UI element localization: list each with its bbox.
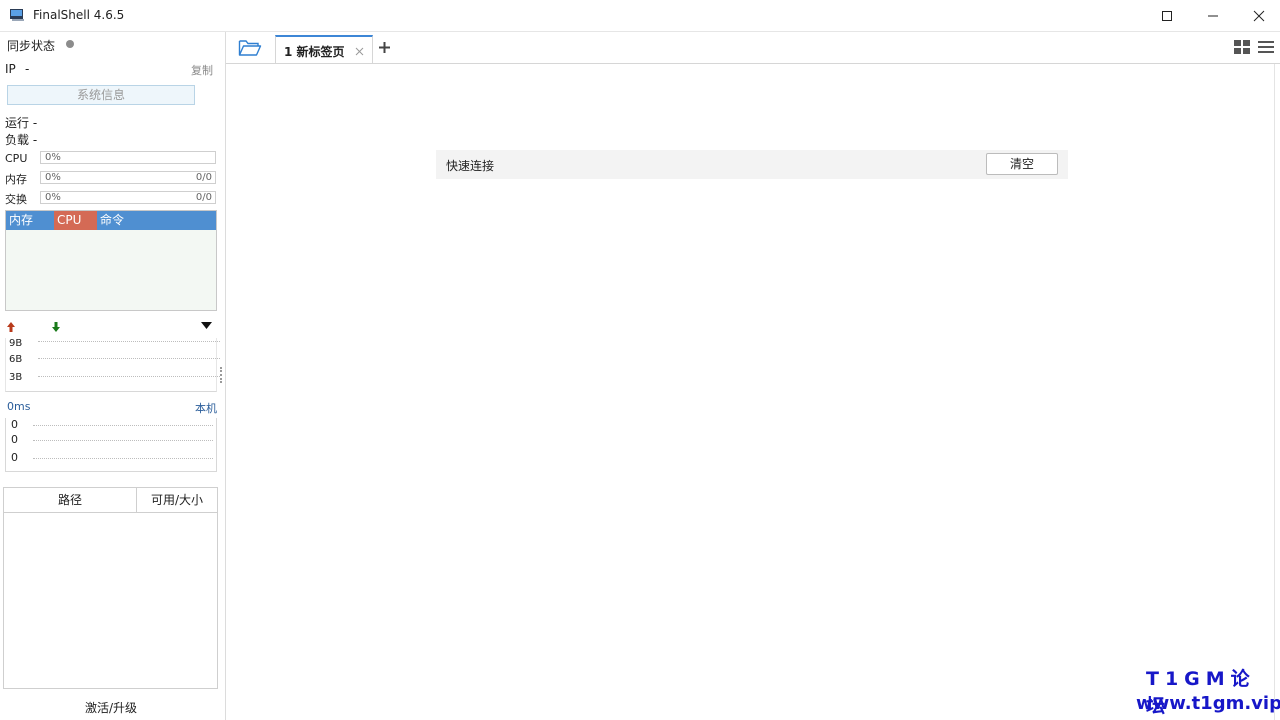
network-tick-label: 3B — [9, 372, 23, 383]
network-speed-graph: 9B 6B 3B — [5, 338, 220, 392]
column-header-available-size[interactable]: 可用/大小 — [137, 488, 217, 512]
maximize-icon — [1162, 10, 1172, 21]
ip-value: - — [25, 62, 30, 76]
memory-usage-bar: 0% 0/0 — [40, 171, 216, 184]
finalshell-app-icon — [10, 9, 24, 21]
tab-label: 1 新标签页 — [284, 45, 345, 59]
title-bar: FinalShell 4.6.5 — [0, 0, 1280, 32]
swap-usage-value: 0% — [45, 192, 61, 203]
cpu-usage-value: 0% — [45, 152, 61, 163]
upload-arrow-icon — [7, 322, 15, 332]
copy-ip-button[interactable]: 复制 — [191, 62, 213, 78]
main-content-area: 快速连接 清空 — [226, 64, 1280, 720]
memory-usage-value: 0% — [45, 172, 61, 183]
ping-latency-graph: 0 0 0 — [5, 418, 217, 472]
close-icon — [1253, 10, 1265, 21]
process-tab-command[interactable]: 命令 — [97, 211, 216, 230]
close-button[interactable] — [1236, 0, 1280, 31]
sidebar-resize-handle[interactable] — [220, 367, 225, 383]
swap-label: 交换 — [5, 193, 27, 206]
grid-view-icon[interactable] — [1234, 40, 1250, 54]
open-folder-icon[interactable] — [238, 39, 262, 57]
disk-usage-table: 路径 可用/大小 — [3, 487, 218, 689]
ping-tick-label: 0 — [11, 451, 18, 464]
forum-watermark-url: www.t1gm.vip — [1136, 693, 1280, 714]
system-info-button[interactable]: 系统信息 — [7, 85, 195, 105]
sync-status-label: 同步状态 — [7, 39, 56, 53]
network-tick-label: 9B — [9, 338, 23, 349]
minimize-button[interactable] — [1190, 0, 1236, 31]
tab-new-tab[interactable]: 1 新标签页 — [275, 35, 373, 63]
network-interface-dropdown-icon[interactable] — [201, 322, 212, 330]
uptime-label: 运行 - — [5, 116, 38, 130]
session-tab-bar: 1 新标签页 — [226, 32, 1280, 64]
download-arrow-icon — [52, 322, 60, 332]
right-edge-divider — [1274, 64, 1275, 720]
cpu-usage-bar: 0% — [40, 151, 216, 164]
add-tab-icon[interactable] — [378, 41, 391, 54]
process-tab-cpu[interactable]: CPU — [54, 211, 97, 230]
quick-connect-panel: 快速连接 清空 — [436, 150, 1068, 179]
memory-usage-ratio: 0/0 — [195, 172, 212, 183]
ping-target-selector[interactable]: 本机 — [195, 400, 217, 416]
swap-usage-ratio: 0/0 — [195, 192, 212, 203]
load-label: 负载 - — [5, 133, 38, 147]
ping-latency-label: 0ms — [7, 400, 31, 413]
swap-usage-bar: 0% 0/0 — [40, 191, 216, 204]
cpu-label: CPU — [5, 152, 28, 165]
clear-button[interactable]: 清空 — [986, 153, 1058, 175]
ping-tick-label: 0 — [11, 418, 18, 431]
menu-icon[interactable] — [1258, 40, 1274, 54]
activate-upgrade-link[interactable]: 激活/升级 — [85, 699, 137, 716]
quick-connect-label: 快速连接 — [446, 159, 495, 173]
minimize-icon — [1208, 15, 1218, 16]
sidebar-monitor-panel: 同步状态 IP - 复制 系统信息 运行 - 负载 - CPU 0% 内存 0%… — [0, 32, 226, 720]
network-tick-label: 6B — [9, 354, 23, 365]
process-list-header: 内存 CPU 命令 — [6, 211, 216, 230]
memory-label: 内存 — [5, 173, 27, 186]
close-tab-icon[interactable] — [355, 47, 364, 56]
process-tab-memory[interactable]: 内存 — [6, 211, 54, 230]
ping-tick-label: 0 — [11, 433, 18, 446]
process-list-panel: 内存 CPU 命令 — [5, 210, 217, 311]
disk-table-header: 路径 可用/大小 — [4, 488, 217, 513]
window-title: FinalShell 4.6.5 — [33, 8, 125, 22]
ip-label: IP — [5, 62, 16, 76]
column-header-path[interactable]: 路径 — [4, 488, 137, 512]
restore-button[interactable] — [1144, 0, 1190, 31]
sync-status-dot-icon — [66, 40, 74, 48]
